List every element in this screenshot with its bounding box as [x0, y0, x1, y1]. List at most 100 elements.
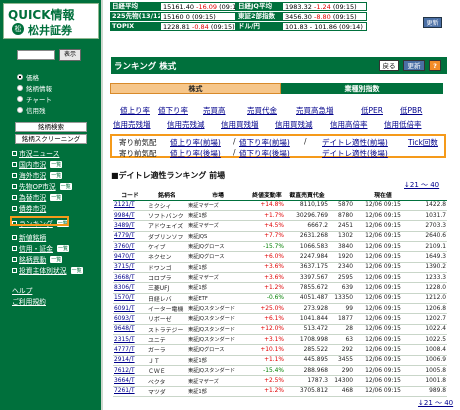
ticker-update-button[interactable]: 更新 [423, 17, 442, 28]
rank-link-losers[interactable]: 値下り率 [158, 105, 188, 116]
list-badge[interactable]: 一覧 [56, 244, 69, 252]
price: 3455 [329, 355, 354, 367]
table-row: 6093/T リボーゼ 東証JQスタンダード +6.1% 1041.844 1877 12/… [113, 313, 447, 325]
timestamp: 12/06 09:15 [354, 210, 412, 222]
list-badge[interactable]: 一覧 [50, 160, 63, 168]
table-row: 4779/T ダブリンソフ 東証JQS +7.7% 2631.268 1302 12/06 … [113, 231, 447, 242]
stock-name: ソフトバンク [147, 210, 187, 222]
rank-link-volume[interactable]: 売買高 [203, 105, 226, 116]
code-link[interactable]: 7261/T [113, 386, 147, 398]
code-link[interactable]: 6091/T [113, 303, 147, 315]
rank-link-gainers-am[interactable]: 値上り率(前場) [170, 137, 221, 148]
traded-value: 8110,195 [285, 200, 329, 211]
list-badge[interactable]: 一覧 [59, 182, 72, 190]
nav-help[interactable]: ヘルプ [12, 285, 32, 295]
traded-value: 7855.672 [285, 282, 329, 294]
list-badge[interactable]: 一覧 [50, 171, 63, 179]
screening-button[interactable]: 銘柄スクリーニング [15, 134, 87, 144]
nav-terms[interactable]: ご利用規約 [12, 296, 46, 306]
rank-link-gainers-pm[interactable]: 値上り率(後場) [170, 148, 221, 159]
rank-link-tick-count[interactable]: Tick回数 [408, 137, 438, 148]
list-badge[interactable]: 一覧 [50, 193, 63, 201]
code-link[interactable]: 9470/T [113, 251, 147, 263]
nav-margin[interactable]: 信用・証金 一覧 [12, 243, 69, 253]
rank-link-long-dec[interactable]: 信用買残減 [275, 119, 313, 130]
rank-link-short-inc[interactable]: 信用売残増 [113, 119, 151, 130]
traded-value: 288.968 [285, 365, 329, 377]
back-button[interactable]: 戻る [379, 60, 399, 71]
list-badge[interactable]: 一覧 [70, 266, 83, 274]
change-rate: +1.7% [249, 210, 285, 222]
code-link[interactable]: 3668/T [113, 272, 147, 284]
score: 1008.4 [412, 344, 447, 356]
rank-link-volume-surge[interactable]: 売買高急増 [296, 105, 334, 116]
code-link[interactable]: 9984/T [113, 210, 147, 222]
rank-link-value[interactable]: 売買代金 [247, 105, 277, 116]
rank-link-high-ratio[interactable]: 信用高倍率 [330, 119, 368, 130]
code-link[interactable]: 2315/T [113, 334, 147, 346]
price: 28 [329, 324, 354, 335]
code-link[interactable]: 8306/T [113, 282, 147, 294]
stock-search-button[interactable]: 銘柄検索 [15, 122, 87, 132]
code-link[interactable]: 1570/T [113, 293, 147, 304]
traded-value: 285.522 [285, 344, 329, 356]
code-link[interactable]: 4777/T [113, 344, 147, 356]
help-icon[interactable]: ? [429, 60, 441, 71]
search-button[interactable]: 表示 [59, 49, 81, 61]
code-link[interactable]: 7612/T [113, 365, 147, 377]
traded-value: 273.928 [285, 303, 329, 315]
tab-stocks[interactable]: 株式 [110, 83, 281, 94]
rank-link-gainers[interactable]: 値上り率 [120, 105, 150, 116]
radio-margin[interactable]: 信用残 [17, 105, 46, 115]
refresh-button[interactable]: 更新 [403, 60, 425, 71]
rank-link-long-inc[interactable]: 信用買残増 [221, 119, 259, 130]
rank-link-low-pbr[interactable]: 低PBR [400, 105, 422, 116]
rank-link-losers-pm[interactable]: 値下り率(後場) [239, 148, 290, 159]
timestamp: 12/06 09:15 [354, 324, 412, 335]
score: 1022.4 [412, 324, 447, 335]
list-badge[interactable]: 一覧 [50, 255, 63, 263]
nav-forex[interactable]: 為替市況 一覧 [12, 192, 63, 202]
code-link[interactable]: 3760/T [113, 241, 147, 253]
timestamp: 12/06 09:15 [354, 200, 412, 211]
score: 1228.0 [412, 282, 447, 294]
search-input[interactable] [17, 50, 55, 60]
timestamp: 12/06 09:15 [354, 375, 412, 387]
code-link[interactable]: 3664/T [113, 375, 147, 387]
nav-futures[interactable]: 先物OP市況 一覧 [12, 181, 72, 191]
stock-name: ガーラ [147, 344, 187, 356]
code-link[interactable]: 3715/T [113, 262, 147, 273]
nav-movers[interactable]: 銘柄異動 一覧 [12, 254, 63, 264]
stock-name: イーター電機 [147, 303, 187, 315]
bullet-icon [12, 194, 17, 200]
code-link[interactable]: 6093/T [113, 313, 147, 325]
radio-info[interactable]: 銘柄情報 [17, 83, 52, 93]
radio-chart[interactable]: チャート [17, 94, 52, 104]
code-link[interactable]: 2914/T [113, 355, 147, 367]
nav-bonds[interactable]: 債券市況 [12, 203, 46, 213]
nav-overseas[interactable]: 海外市況 一覧 [12, 170, 63, 180]
market: 東証JQグロース [187, 251, 249, 263]
rank-link-daytrade-am[interactable]: デイトレ適性(前場) [322, 137, 388, 148]
tab-sectors[interactable]: 業種別指数 [281, 83, 443, 94]
rank-link-losers-am[interactable]: 値下り率(前場) [239, 137, 290, 148]
stock-name: 三菱UFJ [147, 282, 187, 294]
table-row: 9648/T ストラテジー 東証JQスタンダード +12.0% 513.472 28 12/… [113, 324, 447, 335]
rank-link-short-dec[interactable]: 信用売残減 [167, 119, 205, 130]
rank-link-low-ratio[interactable]: 信用低倍率 [384, 119, 422, 130]
score: 2109.1 [412, 241, 447, 253]
rank-link-daytrade-pm[interactable]: デイトレ適性(後場) [322, 148, 388, 159]
code-link[interactable]: 9648/T [113, 324, 147, 335]
nav-new-highs[interactable]: 新値銘柄 [12, 232, 46, 242]
code-link[interactable]: 3489/T [113, 220, 147, 232]
nav-domestic[interactable]: 国内市況 一覧 [12, 159, 63, 169]
rank-link-low-per[interactable]: 低PER [361, 105, 383, 116]
code-link[interactable]: 2121/T [113, 200, 147, 211]
code-link[interactable]: 4779/T [113, 231, 147, 242]
radio-price[interactable]: 価格 [17, 72, 39, 82]
nav-investors[interactable]: 投資主体別状況 一覧 [12, 265, 83, 275]
pager-next-bottom[interactable]: ↓21 ～ 40 [418, 398, 453, 408]
logo[interactable]: QUICK情報 松 松井証券 [3, 3, 99, 39]
separator: / [233, 137, 236, 146]
nav-market-news[interactable]: 市況ニュース [12, 148, 59, 158]
